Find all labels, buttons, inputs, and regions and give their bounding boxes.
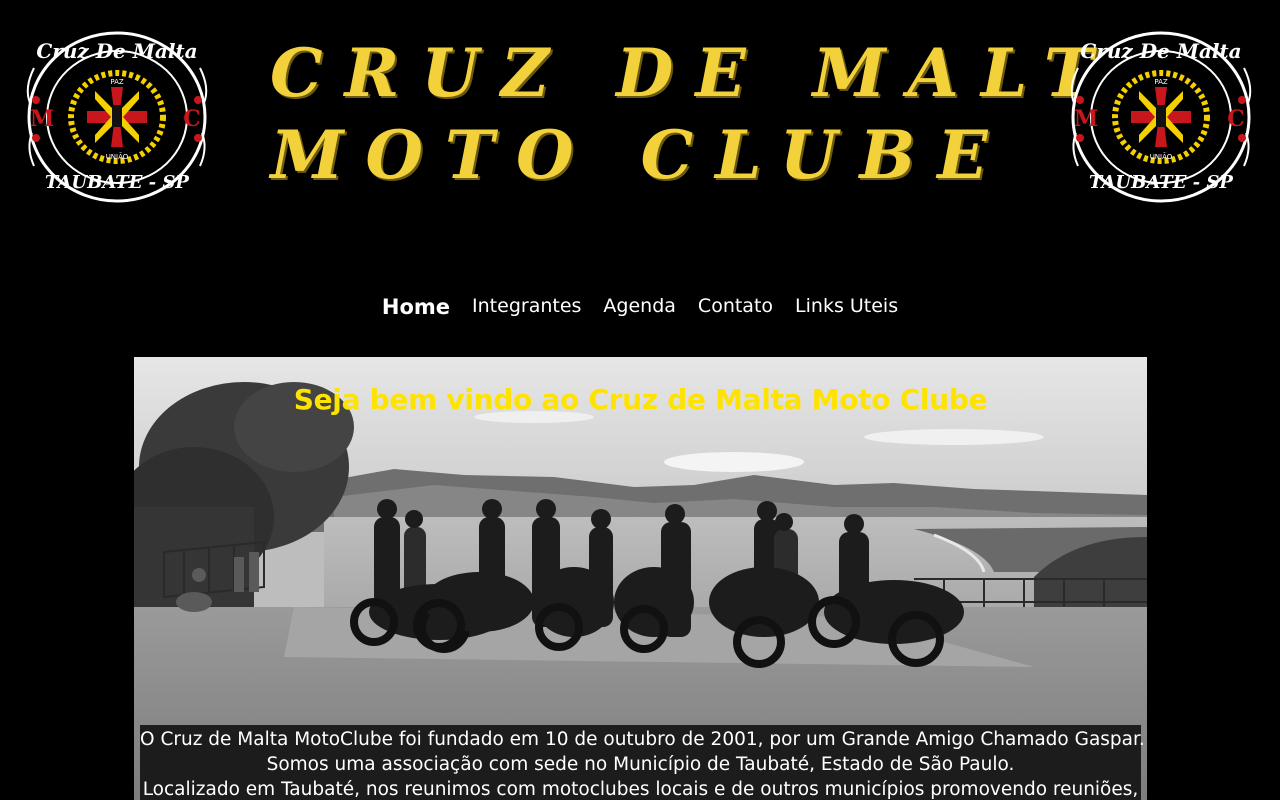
logo-bottom-text: TAUBATE - SP	[45, 172, 189, 193]
description-line-3: Localizado em Taubaté, nos reunimos com …	[142, 779, 1139, 800]
main-nav: Home Integrantes Agenda Contato Links Ut…	[0, 295, 1280, 319]
nav-item-agenda[interactable]: Agenda	[603, 295, 676, 319]
logo-word-top: PAZ	[110, 78, 124, 86]
logo-bottom-text: TAUBATE - SP	[1089, 172, 1233, 193]
logo-word-top: PAZ	[1154, 78, 1168, 86]
club-logo-right[interactable]: PAZ UNIÃO M C Cruz De Malta TAUBATE - SP	[1066, 28, 1256, 206]
logo-top-text: Cruz De Malta	[1080, 39, 1241, 63]
site-header: PAZ UNIÃO M C Cruz De Malta TAUBATE - SP…	[0, 0, 1280, 230]
logo-letter-right: C	[1227, 106, 1245, 132]
logo-letter-left: M	[30, 106, 54, 132]
nav-item-links-uteis[interactable]: Links Uteis	[795, 295, 898, 319]
nav-item-home[interactable]: Home	[382, 295, 450, 319]
logo-word-bottom: UNIÃO	[106, 152, 129, 161]
club-description: O Cruz de Malta MotoClube foi fundado em…	[140, 725, 1145, 800]
site-title-line1: CRUZ DE MALTA	[270, 34, 1185, 112]
logo-word-bottom: UNIÃO	[1150, 152, 1173, 161]
logo-letter-right: C	[183, 106, 201, 132]
logo-letter-left: M	[1074, 106, 1098, 132]
site-title-line2: MOTO CLUBE	[270, 116, 1010, 194]
hero-section: Seja bem vindo ao Cruz de Malta Moto Clu…	[134, 357, 1147, 800]
nav-item-contato[interactable]: Contato	[698, 295, 773, 319]
site-title: CRUZ DE MALTA MOTO CLUBE	[270, 32, 1185, 196]
welcome-heading: Seja bem vindo ao Cruz de Malta Moto Clu…	[293, 383, 988, 416]
nav-item-integrantes[interactable]: Integrantes	[472, 295, 581, 319]
description-line-1: O Cruz de Malta MotoClube foi fundado em…	[140, 729, 1145, 750]
logo-top-text: Cruz De Malta	[36, 39, 197, 63]
club-logo-left[interactable]: PAZ UNIÃO M C Cruz De Malta TAUBATE - SP	[22, 28, 212, 206]
description-line-2: Somos uma associação com sede no Municíp…	[266, 754, 1015, 775]
